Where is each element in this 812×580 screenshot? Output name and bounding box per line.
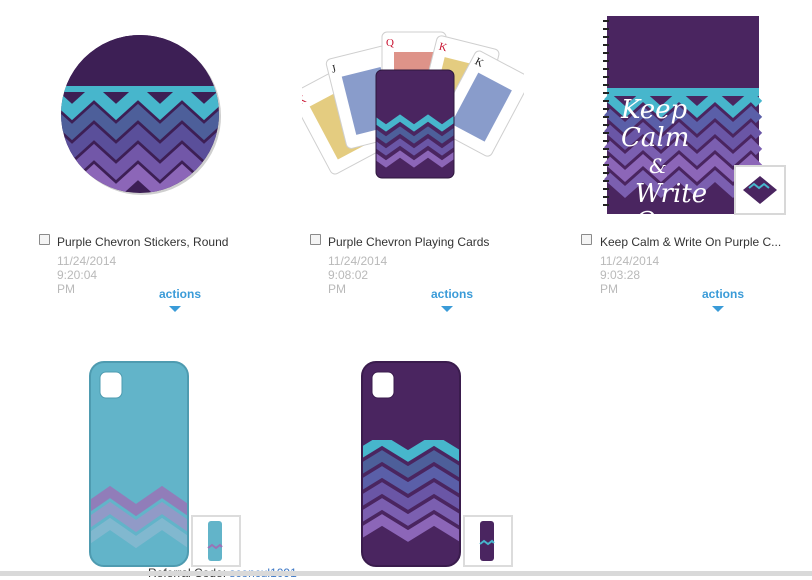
playing-cards-image[interactable]: K J Q K K bbox=[302, 24, 524, 184]
product-date: 11/24/2014 9:08:02 PM bbox=[328, 254, 388, 296]
notebook-line-2: & bbox=[649, 154, 667, 178]
actions-label: actions bbox=[159, 287, 202, 301]
horizontal-scrollbar[interactable] bbox=[0, 571, 812, 576]
product-date: 11/24/2014 9:20:04 PM bbox=[57, 254, 117, 296]
select-checkbox[interactable] bbox=[39, 234, 50, 245]
select-checkbox[interactable] bbox=[310, 234, 321, 245]
caret-down-icon bbox=[441, 305, 453, 312]
sticker-image[interactable] bbox=[60, 34, 222, 196]
notebook-line-1: Keep Calm bbox=[621, 95, 690, 153]
notebook-cover-text: Keep Calm & Write On bbox=[621, 96, 751, 236]
notebook-line-3: Write On bbox=[635, 179, 708, 237]
actions-dropdown[interactable]: actions bbox=[159, 287, 201, 315]
actions-label: actions bbox=[702, 287, 745, 301]
actions-label: actions bbox=[431, 287, 474, 301]
actions-dropdown[interactable]: actions bbox=[431, 287, 473, 315]
caret-down-icon bbox=[712, 305, 724, 312]
product-title[interactable]: Keep Calm & Write On Purple C... bbox=[600, 235, 790, 249]
product-date: 11/24/2014 9:03:28 PM bbox=[600, 254, 660, 296]
actions-dropdown[interactable]: actions bbox=[702, 287, 744, 315]
notebook-image[interactable]: Keep Calm & Write On bbox=[603, 16, 787, 236]
product-title[interactable]: Purple Chevron Playing Cards bbox=[328, 235, 513, 249]
product-title[interactable]: Purple Chevron Stickers, Round bbox=[57, 235, 242, 249]
caret-down-icon bbox=[169, 305, 181, 312]
svg-text:Q: Q bbox=[386, 37, 394, 49]
select-checkbox[interactable] bbox=[581, 234, 592, 245]
phone-case-teal-image[interactable] bbox=[88, 360, 242, 570]
phone-case-purple-image[interactable] bbox=[360, 360, 514, 570]
